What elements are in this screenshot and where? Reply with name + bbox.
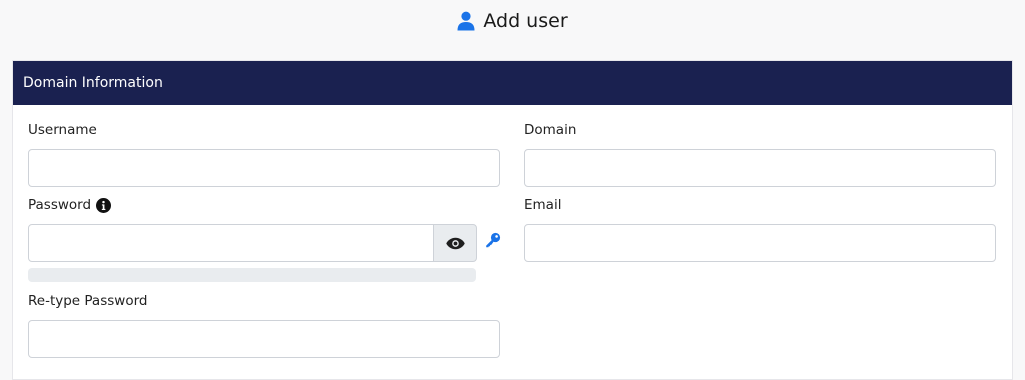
- generate-password-button[interactable]: [484, 231, 502, 249]
- retype-password-label: Re-type Password: [28, 293, 147, 309]
- user-icon: [457, 11, 475, 31]
- eye-icon: [445, 237, 465, 249]
- domain-information-card: Domain Information Username Domain Passw…: [12, 60, 1013, 380]
- password-input[interactable]: [28, 224, 434, 262]
- retype-password-input[interactable]: [28, 320, 500, 358]
- domain-input[interactable]: [524, 149, 996, 187]
- password-strength-bar: [28, 268, 476, 282]
- username-label-text: Username: [28, 122, 97, 138]
- retype-password-label-text: Re-type Password: [28, 293, 148, 309]
- email-label: Email: [524, 197, 561, 213]
- show-password-button[interactable]: [433, 224, 477, 262]
- domain-label-text: Domain: [524, 122, 577, 138]
- key-icon: [486, 232, 501, 248]
- username-input[interactable]: [28, 149, 500, 187]
- password-label: Password: [28, 197, 112, 213]
- card-header: Domain Information: [13, 61, 1012, 105]
- email-label-text: Email: [524, 197, 562, 213]
- domain-label: Domain: [524, 122, 576, 138]
- title-wrap: Add user: [457, 10, 568, 32]
- info-icon[interactable]: [96, 197, 112, 213]
- username-label: Username: [28, 122, 97, 138]
- page-title: Add user: [483, 10, 568, 32]
- password-label-text: Password: [28, 197, 92, 213]
- page-header: Add user: [0, 0, 1025, 40]
- card-title: Domain Information: [23, 75, 163, 91]
- email-input[interactable]: [524, 224, 996, 262]
